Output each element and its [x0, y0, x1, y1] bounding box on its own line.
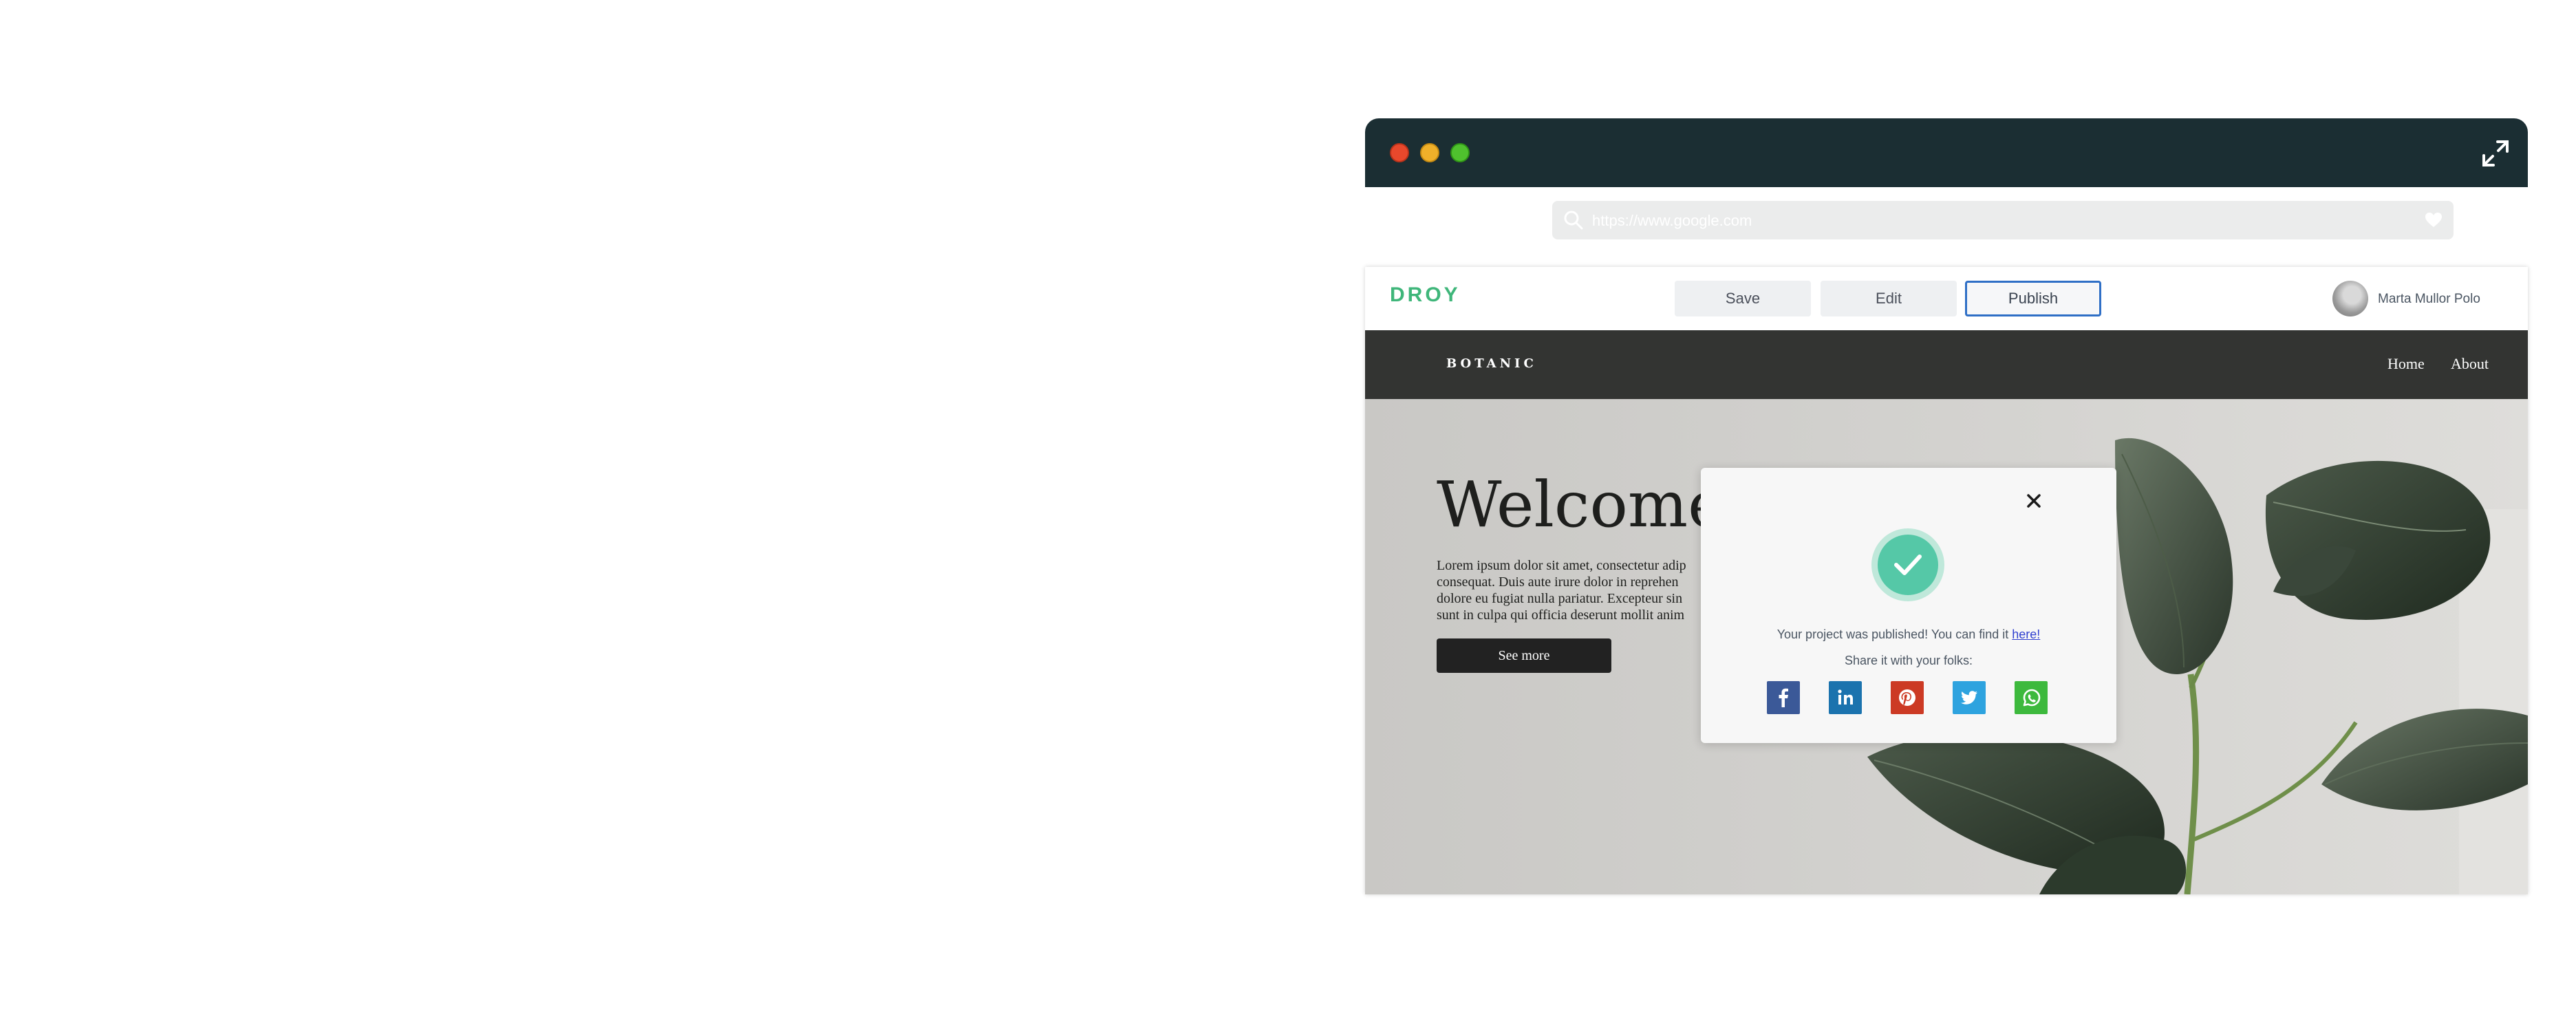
address-url[interactable]: https://www.google.com	[1592, 212, 1752, 230]
success-badge	[1871, 528, 1944, 601]
linkedin-icon	[1838, 689, 1853, 705]
twitter-icon	[1961, 691, 1977, 705]
publish-message: Your project was published! You can find…	[1777, 627, 2041, 641]
site-navbar: BOTANIC Home About	[1365, 330, 2528, 399]
close-window-button[interactable]	[1390, 143, 1409, 162]
hero-title: Welcome	[1437, 468, 1726, 541]
pinterest-share-button[interactable]	[1891, 681, 1924, 714]
facebook-icon	[1779, 688, 1788, 707]
hero-text: Lorem ipsum dolor sit amet, consectetur …	[1437, 558, 1686, 623]
see-more-button[interactable]: See more	[1437, 638, 1611, 673]
edit-button[interactable]: Edit	[1821, 281, 1957, 316]
publish-success-dialog: Your project was published! You can find…	[1701, 468, 2116, 743]
nav-home-link[interactable]: Home	[2387, 355, 2425, 373]
share-prompt: Share it with your folks:	[1844, 654, 1973, 667]
title-bar	[1365, 118, 2528, 187]
save-button[interactable]: Save	[1675, 281, 1811, 316]
checkmark-icon	[1878, 535, 1938, 595]
minimize-window-button[interactable]	[1420, 143, 1439, 162]
whatsapp-share-button[interactable]	[2015, 681, 2048, 714]
published-link[interactable]: here!	[2012, 627, 2040, 641]
close-icon[interactable]	[2024, 491, 2043, 510]
whatsapp-icon	[2023, 689, 2041, 707]
page-viewport: DROY Save Edit Publish Marta Mullor Polo…	[1365, 267, 2528, 894]
address-bar[interactable]: https://www.google.com	[1552, 201, 2454, 239]
twitter-share-button[interactable]	[1953, 681, 1986, 714]
browser-window: https://www.google.com DROY Save Edit Pu…	[1365, 118, 2528, 894]
app-logo[interactable]: DROY	[1390, 283, 1461, 307]
avatar[interactable]	[2332, 281, 2368, 316]
heart-icon[interactable]	[2425, 212, 2443, 228]
zoom-window-button[interactable]	[1450, 143, 1470, 162]
nav-about-link[interactable]: About	[2451, 355, 2489, 373]
linkedin-share-button[interactable]	[1829, 681, 1862, 714]
editor-toolbar: DROY Save Edit Publish Marta Mullor Polo	[1365, 267, 2528, 330]
publish-button[interactable]: Publish	[1965, 281, 2101, 316]
facebook-share-button[interactable]	[1767, 681, 1800, 714]
site-brand[interactable]: BOTANIC	[1446, 356, 1537, 371]
hero-section: Welcome Lorem ipsum dolor sit amet, cons…	[1365, 399, 2528, 894]
pinterest-icon	[1899, 689, 1915, 706]
address-area: https://www.google.com	[1365, 187, 2528, 270]
expand-icon[interactable]	[2481, 139, 2510, 168]
search-icon	[1563, 210, 1584, 230]
user-name[interactable]: Marta Mullor Polo	[2378, 292, 2480, 307]
